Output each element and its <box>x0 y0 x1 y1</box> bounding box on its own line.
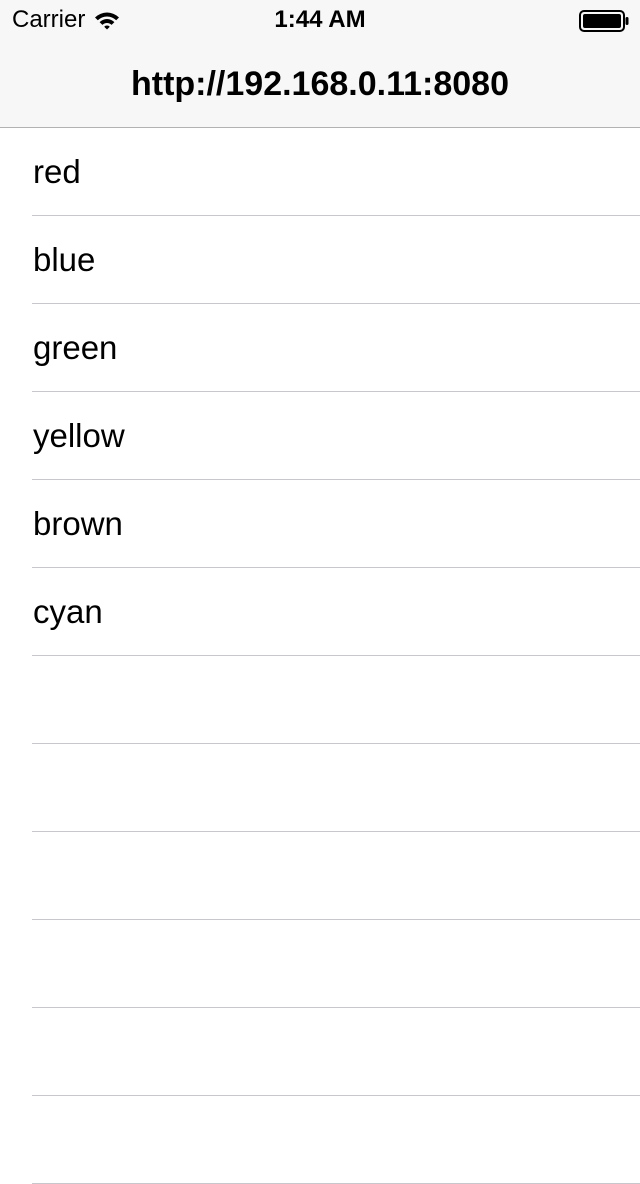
list-item[interactable]: cyan <box>0 568 640 656</box>
list-item[interactable]: yellow <box>0 392 640 480</box>
list-item[interactable]: blue <box>0 216 640 304</box>
list-item-label: brown <box>33 505 123 542</box>
list-item-label: yellow <box>33 417 125 454</box>
empty-list-row <box>0 656 640 744</box>
empty-list-row <box>0 1008 640 1096</box>
list-item-label: blue <box>33 241 96 278</box>
empty-list-row <box>0 920 640 1008</box>
navigation-header: Carrier 1:44 AM http://192.168.0.11:8080 <box>0 0 640 128</box>
battery-icon <box>579 10 629 32</box>
list-item-label: green <box>33 329 118 366</box>
list-item[interactable]: red <box>0 128 640 216</box>
page-title: http://192.168.0.11:8080 <box>130 65 509 103</box>
list-item-label: cyan <box>33 593 103 630</box>
empty-list-row <box>0 832 640 920</box>
list-item[interactable]: green <box>0 304 640 392</box>
status-bar: Carrier 1:44 AM <box>0 0 640 40</box>
status-time: 1:44 AM <box>274 6 366 33</box>
empty-list-row <box>0 1096 640 1184</box>
color-list: red blue green yellow brown cyan <box>0 128 640 1184</box>
list-item-label: red <box>33 153 81 190</box>
empty-list-row <box>0 744 640 832</box>
list-item[interactable]: brown <box>0 480 640 568</box>
